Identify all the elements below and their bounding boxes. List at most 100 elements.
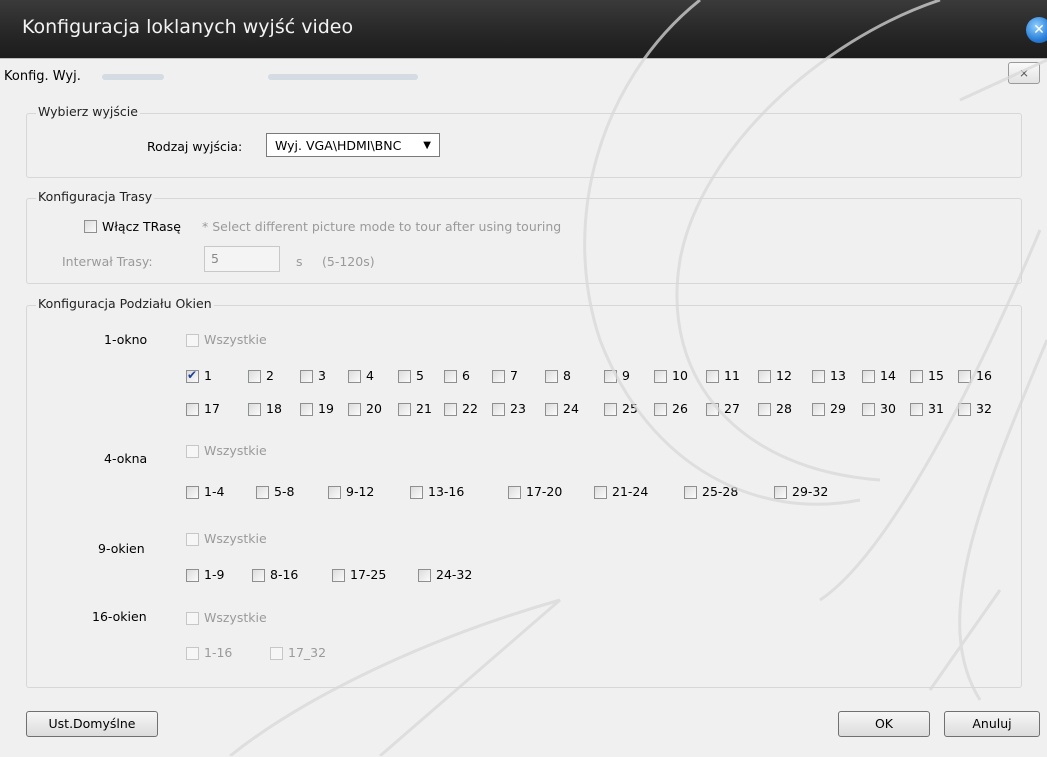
window-27-checkbox[interactable] bbox=[706, 403, 719, 416]
window-16-checkbox[interactable] bbox=[958, 370, 971, 383]
window-31-checkbox[interactable] bbox=[910, 403, 923, 416]
output-type-select[interactable]: Wyj. VGA\HDMI\BNC ▼ bbox=[266, 133, 440, 157]
window-8-checkbox[interactable] bbox=[545, 370, 558, 383]
window-20-checkbox[interactable] bbox=[348, 403, 361, 416]
output-type-value: Wyj. VGA\HDMI\BNC bbox=[275, 138, 402, 153]
window-14-label: 14 bbox=[880, 368, 896, 383]
cancel-button[interactable]: Anuluj bbox=[944, 711, 1040, 737]
tour-interval-label: Interwał Trasy: bbox=[62, 254, 153, 269]
window-29-checkbox[interactable] bbox=[812, 403, 825, 416]
window-11-label: 11 bbox=[724, 368, 740, 383]
window-30-label: 30 bbox=[880, 401, 896, 416]
window-1-label: 1 bbox=[204, 368, 212, 383]
window-17-checkbox[interactable] bbox=[186, 403, 199, 416]
nine-17-25-label: 17-25 bbox=[350, 567, 387, 582]
tour-hint: * Select different picture mode to tour … bbox=[202, 219, 562, 234]
dialog-title: Konfig. Wyj. bbox=[4, 69, 81, 84]
window-30-checkbox[interactable] bbox=[862, 403, 875, 416]
window-3-checkbox[interactable] bbox=[300, 370, 313, 383]
window-13-checkbox[interactable] bbox=[812, 370, 825, 383]
window-1-checkbox[interactable] bbox=[186, 368, 199, 383]
nine-8-16-label: 8-16 bbox=[270, 567, 299, 582]
quad-17-20-checkbox[interactable] bbox=[508, 486, 521, 499]
nine-24-32-checkbox[interactable] bbox=[418, 569, 431, 582]
row-label-9-windows: 9-okien bbox=[98, 541, 145, 556]
all-9-windows-checkbox[interactable] bbox=[186, 533, 199, 546]
quad-1-4-label: 1-4 bbox=[204, 484, 225, 499]
quad-13-16-checkbox[interactable] bbox=[410, 486, 423, 499]
window-21-checkbox[interactable] bbox=[398, 403, 411, 416]
window-26-checkbox[interactable] bbox=[654, 403, 667, 416]
quad-13-16-label: 13-16 bbox=[428, 484, 465, 499]
window-19-checkbox[interactable] bbox=[300, 403, 313, 416]
nine-8-16-checkbox[interactable] bbox=[252, 569, 265, 582]
window-22-checkbox[interactable] bbox=[444, 403, 457, 416]
window-15-label: 15 bbox=[928, 368, 944, 383]
quad-1-4-checkbox[interactable] bbox=[186, 486, 199, 499]
quad-5-8-label: 5-8 bbox=[274, 484, 295, 499]
all-1-window-checkbox[interactable] bbox=[186, 334, 199, 347]
sixteen-1-16-label: 1-16 bbox=[204, 645, 233, 660]
all-4-windows-label: Wszystkie bbox=[204, 443, 267, 458]
window-title: Konfiguracja loklanych wyjść video bbox=[22, 16, 354, 38]
window-6-checkbox[interactable] bbox=[444, 370, 457, 383]
sixteen-1-16-checkbox[interactable] bbox=[186, 647, 199, 660]
row-label-16-windows: 16-okien bbox=[92, 609, 147, 624]
dialog-close-button[interactable]: ⨯ bbox=[1008, 62, 1040, 84]
window-4-checkbox[interactable] bbox=[348, 370, 361, 383]
ok-button[interactable]: OK bbox=[838, 711, 930, 737]
window-15-checkbox[interactable] bbox=[910, 370, 923, 383]
window-12-checkbox[interactable] bbox=[758, 370, 771, 383]
window-8-label: 8 bbox=[563, 368, 571, 383]
window-23-checkbox[interactable] bbox=[492, 403, 505, 416]
window-18-checkbox[interactable] bbox=[248, 403, 261, 416]
quad-21-24-checkbox[interactable] bbox=[594, 486, 607, 499]
window-25-checkbox[interactable] bbox=[604, 403, 617, 416]
window-22-label: 22 bbox=[462, 401, 478, 416]
all-16-windows-label: Wszystkie bbox=[204, 610, 267, 625]
window-27-label: 27 bbox=[724, 401, 740, 416]
quad-5-8-checkbox[interactable] bbox=[256, 486, 269, 499]
window-21-label: 21 bbox=[416, 401, 432, 416]
restore-defaults-button[interactable]: Ust.Domyślne bbox=[26, 711, 158, 737]
enable-tour-checkbox[interactable] bbox=[84, 220, 97, 233]
quad-29-32-checkbox[interactable] bbox=[774, 486, 787, 499]
window-19-label: 19 bbox=[318, 401, 334, 416]
sixteen-17_32-label: 17_32 bbox=[288, 645, 327, 660]
tour-interval-input[interactable]: 5 bbox=[204, 246, 280, 272]
window-32-checkbox[interactable] bbox=[958, 403, 971, 416]
window-12-label: 12 bbox=[776, 368, 792, 383]
split-group bbox=[26, 305, 1022, 688]
tour-interval-unit: s bbox=[296, 254, 303, 269]
quad-25-28-checkbox[interactable] bbox=[684, 486, 697, 499]
quad-29-32-label: 29-32 bbox=[792, 484, 829, 499]
window-10-label: 10 bbox=[672, 368, 688, 383]
window-17-label: 17 bbox=[204, 401, 220, 416]
all-16-windows-checkbox[interactable] bbox=[186, 612, 199, 625]
window-31-label: 31 bbox=[928, 401, 944, 416]
window-2-checkbox[interactable] bbox=[248, 370, 261, 383]
window-close-icon[interactable]: ✕ bbox=[1026, 17, 1047, 43]
window-11-checkbox[interactable] bbox=[706, 370, 719, 383]
window-10-checkbox[interactable] bbox=[654, 370, 667, 383]
window-28-checkbox[interactable] bbox=[758, 403, 771, 416]
window-26-label: 26 bbox=[672, 401, 688, 416]
chevron-down-icon: ▼ bbox=[423, 140, 431, 151]
window-7-checkbox[interactable] bbox=[492, 370, 505, 383]
blurred-tab bbox=[268, 74, 418, 80]
window-24-checkbox[interactable] bbox=[545, 403, 558, 416]
quad-21-24-label: 21-24 bbox=[612, 484, 649, 499]
blurred-tab bbox=[102, 74, 164, 80]
quad-9-12-checkbox[interactable] bbox=[328, 486, 341, 499]
nine-1-9-checkbox[interactable] bbox=[186, 569, 199, 582]
window-20-label: 20 bbox=[366, 401, 382, 416]
sixteen-17_32-checkbox[interactable] bbox=[270, 647, 283, 660]
window-9-checkbox[interactable] bbox=[604, 370, 617, 383]
row-label-1-window: 1-okno bbox=[104, 332, 148, 347]
window-14-checkbox[interactable] bbox=[862, 370, 875, 383]
all-4-windows-checkbox[interactable] bbox=[186, 445, 199, 458]
quad-25-28-label: 25-28 bbox=[702, 484, 739, 499]
nine-17-25-checkbox[interactable] bbox=[332, 569, 345, 582]
all-9-windows-label: Wszystkie bbox=[204, 531, 267, 546]
window-5-checkbox[interactable] bbox=[398, 370, 411, 383]
